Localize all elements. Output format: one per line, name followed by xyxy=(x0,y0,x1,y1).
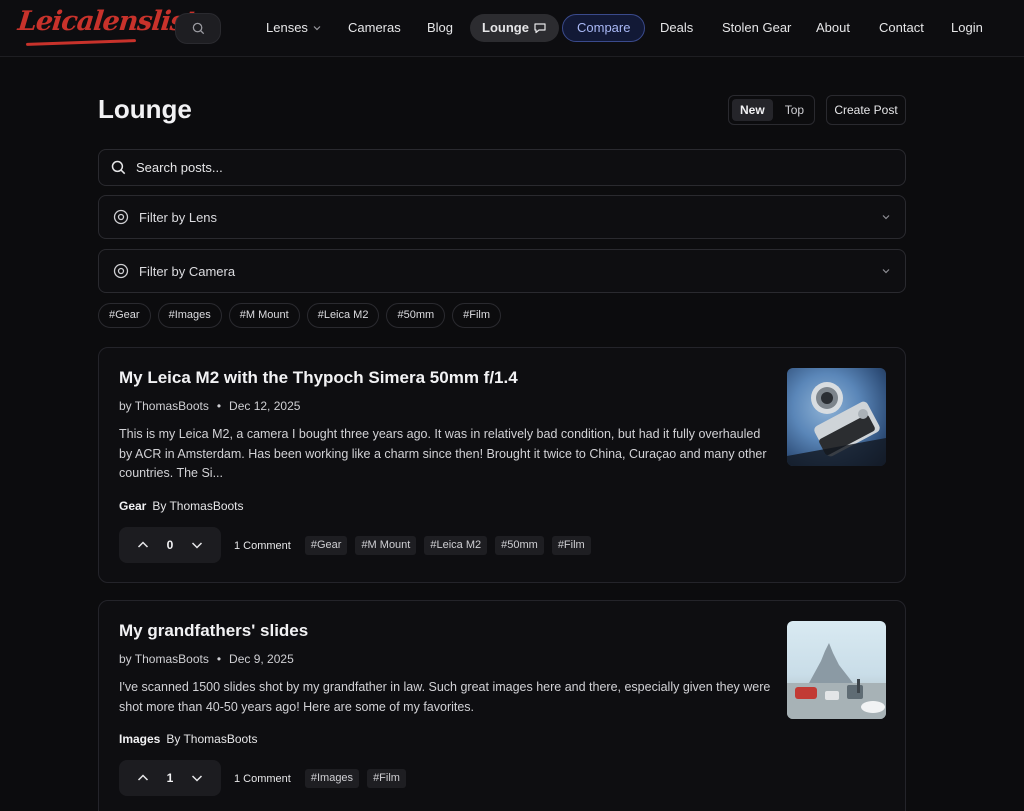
post-date: Dec 9, 2025 xyxy=(229,652,294,666)
filter-by-camera[interactable]: Filter by Camera xyxy=(98,249,906,293)
tag-filter-leica-m2[interactable]: #Leica M2 xyxy=(306,303,380,328)
post-tag[interactable]: #M Mount xyxy=(355,536,417,555)
nav-cameras-label: Cameras xyxy=(348,20,401,35)
post-excerpt: I've scanned 1500 slides shot by my gran… xyxy=(119,680,771,714)
comment-count-link[interactable]: 1 Comment xyxy=(234,540,291,552)
post-category[interactable]: Gear xyxy=(119,499,146,513)
post-category-line: Gear By ThomasBoots xyxy=(119,499,244,513)
arrow-up-icon[interactable] xyxy=(136,538,150,552)
tag-filter-gear[interactable]: #Gear xyxy=(98,303,151,328)
post-byline: By ThomasBoots xyxy=(166,732,258,746)
camera-photo xyxy=(787,382,886,466)
post-footer: 1 Comment #Images #Film xyxy=(234,769,406,788)
post-date: Dec 12, 2025 xyxy=(229,399,301,413)
post-byline: By ThomasBoots xyxy=(152,499,244,513)
meta-separator: • xyxy=(216,652,222,666)
search-icon xyxy=(192,22,204,35)
post-meta: by ThomasBoots • Dec 9, 2025 xyxy=(119,652,294,666)
post-card[interactable]: My Leica M2 with the Thypoch Simera 50mm… xyxy=(98,347,906,583)
meta-separator: • xyxy=(216,399,222,413)
nav-login[interactable]: Login xyxy=(951,14,983,42)
nav-contact-label: Contact xyxy=(879,20,924,35)
chat-bubble-icon xyxy=(534,23,546,34)
nav-blog-label: Blog xyxy=(427,20,454,35)
post-tag[interactable]: #50mm xyxy=(495,536,544,555)
vote-control: 0 xyxy=(119,527,221,563)
nav-contact[interactable]: Contact xyxy=(879,14,924,42)
nav-deals[interactable]: Deals xyxy=(660,14,693,42)
nav-deals-label: Deals xyxy=(660,20,694,35)
nav-about[interactable]: About xyxy=(816,14,850,42)
tag-filter-film[interactable]: #Film xyxy=(452,303,502,328)
post-category-line: Images By ThomasBoots xyxy=(119,732,258,746)
create-post-button[interactable]: Create Post xyxy=(826,95,906,125)
nav-stolen-gear-label: Stolen Gear xyxy=(722,20,792,35)
arrow-down-icon[interactable] xyxy=(190,771,204,785)
slide-photo xyxy=(787,643,886,719)
nav-compare[interactable]: Compare xyxy=(562,14,646,42)
target-icon xyxy=(113,209,129,225)
post-title[interactable]: My grandfathers' slides xyxy=(119,621,308,641)
site-logo[interactable]: Leicalenslist xyxy=(16,6,197,37)
post-author[interactable]: by ThomasBoots xyxy=(119,399,209,413)
nav-lenses-label: Lenses xyxy=(266,20,308,35)
nav-blog[interactable]: Blog xyxy=(427,14,453,42)
vote-count: 1 xyxy=(166,771,174,785)
vote-control: 1 xyxy=(119,760,221,796)
filter-lens-label: Filter by Lens xyxy=(139,209,218,225)
post-tag[interactable]: #Images xyxy=(304,769,360,788)
logo-swoosh xyxy=(25,39,137,46)
chevron-down-icon xyxy=(313,26,321,31)
vote-count: 0 xyxy=(166,538,174,552)
nav-lounge[interactable]: Lounge xyxy=(470,14,559,42)
filter-by-lens[interactable]: Filter by Lens xyxy=(98,195,906,239)
search-posts-input[interactable] xyxy=(136,160,836,175)
tag-filter-images[interactable]: #Images xyxy=(157,303,222,328)
page-title: Lounge xyxy=(98,94,192,124)
chevron-down-icon xyxy=(882,215,890,220)
sort-top-button[interactable]: Top xyxy=(777,99,812,121)
nav-search-button[interactable] xyxy=(175,13,221,44)
post-meta: by ThomasBoots • Dec 12, 2025 xyxy=(119,399,300,413)
tag-filter-50mm[interactable]: #50mm xyxy=(386,303,446,328)
post-excerpt: This is my Leica M2, a camera I bought t… xyxy=(119,427,767,480)
tag-filter-m-mount[interactable]: #M Mount xyxy=(228,303,300,328)
post-tag[interactable]: #Leica M2 xyxy=(424,536,488,555)
nav-stolen-gear[interactable]: Stolen Gear xyxy=(722,14,791,42)
filter-camera-label: Filter by Camera xyxy=(139,263,236,279)
nav-lounge-label: Lounge xyxy=(482,20,529,35)
chevron-down-icon xyxy=(882,269,890,274)
nav-lenses[interactable]: Lenses xyxy=(266,14,322,42)
post-tag[interactable]: #Film xyxy=(551,536,591,555)
arrow-down-icon[interactable] xyxy=(190,538,204,552)
post-thumbnail[interactable] xyxy=(787,621,886,719)
nav-cameras[interactable]: Cameras xyxy=(348,14,401,42)
post-tag[interactable]: #Gear xyxy=(304,536,348,555)
sort-new-button[interactable]: New xyxy=(732,99,773,121)
post-footer: 1 Comment #Gear #M Mount #Leica M2 #50mm… xyxy=(234,536,591,555)
comment-count-link[interactable]: 1 Comment xyxy=(234,773,291,785)
post-search xyxy=(98,149,906,186)
tag-filter-list: #Gear #Images #M Mount #Leica M2 #50mm #… xyxy=(98,303,502,328)
search-icon xyxy=(111,160,126,175)
sort-toggle: New Top xyxy=(728,95,815,125)
top-nav: Leicalenslist Lenses Cameras Blog Lounge… xyxy=(0,0,1024,57)
post-author[interactable]: by ThomasBoots xyxy=(119,652,209,666)
post-thumbnail[interactable] xyxy=(787,368,886,466)
arrow-up-icon[interactable] xyxy=(136,771,150,785)
target-icon xyxy=(113,263,129,279)
post-title[interactable]: My Leica M2 with the Thypoch Simera 50mm… xyxy=(119,368,518,388)
nav-login-label: Login xyxy=(951,20,983,35)
nav-compare-label: Compare xyxy=(577,20,631,35)
post-category[interactable]: Images xyxy=(119,732,160,746)
post-card[interactable]: My grandfathers' slides by ThomasBoots •… xyxy=(98,600,906,811)
post-tag[interactable]: #Film xyxy=(367,769,406,788)
nav-about-label: About xyxy=(816,20,850,35)
